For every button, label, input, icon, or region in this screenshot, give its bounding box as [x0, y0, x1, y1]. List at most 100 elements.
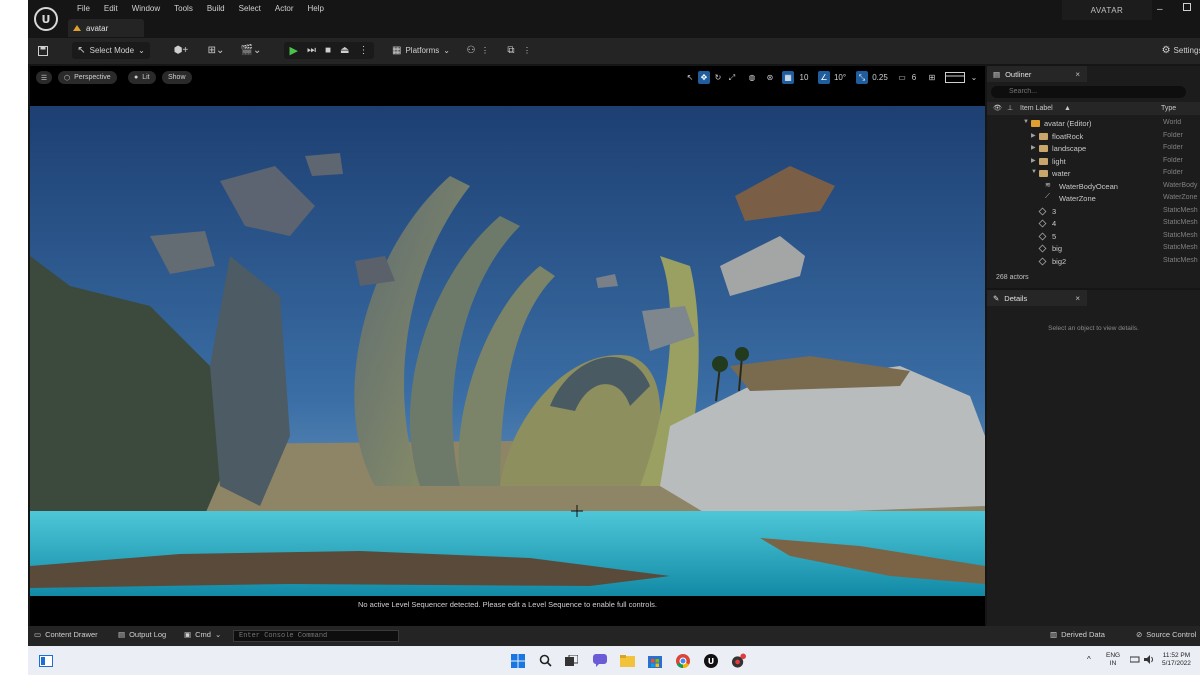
- eject-icon[interactable]: ⏏: [340, 45, 349, 56]
- start-icon[interactable]: [510, 653, 525, 668]
- store-icon[interactable]: [647, 653, 662, 668]
- maximize-viewport-icon[interactable]: ⊞: [926, 71, 938, 84]
- clock[interactable]: 11:52 PM 5/17/2022: [1162, 652, 1191, 668]
- outliner-tab[interactable]: ▤ Outliner ×: [987, 66, 1087, 82]
- add-actor-button[interactable]: ⬢+: [168, 42, 194, 59]
- layout-icon[interactable]: [944, 71, 966, 84]
- surface-snap-icon[interactable]: ⊛: [764, 71, 776, 84]
- step-icon[interactable]: ⏭: [307, 45, 316, 56]
- play-icon[interactable]: ▶: [290, 44, 298, 57]
- outliner-search-input[interactable]: [991, 86, 1186, 98]
- item-label-header[interactable]: Item Label: [1020, 105, 1053, 112]
- pin-icon[interactable]: ⊥: [1007, 104, 1013, 112]
- more-options-icon[interactable]: ⋮: [481, 42, 489, 59]
- more-options-icon-2[interactable]: ⋮: [523, 42, 531, 59]
- maximize-icon[interactable]: [1183, 3, 1191, 14]
- scene-render[interactable]: [30, 106, 985, 596]
- recorder-icon[interactable]: [731, 653, 746, 668]
- collapse-arrow-icon[interactable]: ▶: [1031, 132, 1036, 139]
- select-tool-icon[interactable]: ↖: [684, 71, 696, 84]
- menu-window[interactable]: Window: [125, 4, 167, 14]
- collapse-arrow-icon[interactable]: ▶: [1031, 144, 1036, 151]
- menu-select[interactable]: Select: [232, 4, 268, 14]
- rotate-snap-value[interactable]: 10°: [832, 71, 848, 84]
- network-icon[interactable]: [1129, 655, 1140, 666]
- source-control-button[interactable]: ⚇: [464, 42, 478, 59]
- scale-tool-icon[interactable]: ⤢: [726, 71, 738, 84]
- derived-data-button[interactable]: ▥ Derived Data: [1050, 630, 1105, 639]
- expand-arrow-icon[interactable]: ▼: [1031, 169, 1037, 175]
- menu-actor[interactable]: Actor: [268, 4, 301, 14]
- chrome-icon[interactable]: [675, 653, 690, 668]
- minimize-icon[interactable]: –: [1157, 4, 1163, 15]
- translate-tool-icon[interactable]: ✥: [698, 71, 710, 84]
- cinematics-button[interactable]: 🎬⌄: [238, 42, 264, 59]
- level-tab[interactable]: avatar: [68, 19, 144, 37]
- tree-row-actor[interactable]: 4 StaticMesh: [987, 218, 1200, 231]
- menu-help[interactable]: Help: [301, 4, 331, 14]
- tree-row-actor[interactable]: big2 StaticMesh: [987, 256, 1200, 269]
- settings-button[interactable]: ⚙ Settings: [1162, 42, 1200, 59]
- widgets-icon[interactable]: [38, 653, 53, 668]
- cmd-dropdown[interactable]: ▣ Cmd ⌄: [184, 630, 221, 639]
- grid-snap-value[interactable]: 10: [796, 71, 812, 84]
- tree-row-actor[interactable]: 3 StaticMesh: [987, 206, 1200, 219]
- tree-row-folder[interactable]: ▶ light Folder: [987, 156, 1200, 169]
- tree-row-folder[interactable]: ▼ water Folder: [987, 168, 1200, 181]
- tree-row-actor[interactable]: big StaticMesh: [987, 243, 1200, 256]
- search-icon[interactable]: [538, 653, 553, 668]
- output-log-button[interactable]: ▤ Output Log: [118, 630, 166, 639]
- save-icon[interactable]: [36, 42, 50, 59]
- unreal-logo-icon[interactable]: U: [34, 7, 58, 31]
- scale-snap-icon[interactable]: ⤡: [856, 71, 868, 84]
- tree-row-folder[interactable]: ▶ floatRock Folder: [987, 131, 1200, 144]
- camera-speed-value[interactable]: 6: [908, 71, 920, 84]
- level-viewport[interactable]: ☰ ⬡ Perspective ● Lit Show ↖ ✥ ↻ ⤢ ◍ ⊛ ▦…: [30, 66, 985, 626]
- tree-row-folder[interactable]: ▶ landscape Folder: [987, 143, 1200, 156]
- menu-file[interactable]: File: [70, 4, 97, 14]
- platforms-dropdown[interactable]: ▦ Platforms ⌄: [388, 42, 454, 59]
- menu-tools[interactable]: Tools: [167, 4, 200, 14]
- viewport-menu-button[interactable]: ☰: [36, 71, 52, 84]
- tree-row-actor[interactable]: 5 StaticMesh: [987, 231, 1200, 244]
- console-command-input[interactable]: [233, 630, 399, 642]
- menu-edit[interactable]: Edit: [97, 4, 125, 14]
- outliner-icon: ▤: [993, 69, 1001, 79]
- close-icon[interactable]: ×: [1075, 294, 1080, 303]
- volume-icon[interactable]: [1144, 655, 1154, 667]
- more-icon[interactable]: ⋮: [358, 45, 368, 56]
- world-space-icon[interactable]: ◍: [746, 71, 758, 84]
- eye-icon[interactable]: 👁: [993, 104, 1002, 112]
- scale-snap-value[interactable]: 0.25: [870, 71, 890, 84]
- tree-row-actor[interactable]: ≋ WaterBodyOcean WaterBody: [987, 181, 1200, 194]
- camera-speed-icon[interactable]: ▭: [896, 71, 908, 84]
- source-control-status[interactable]: ⊘ Source Control: [1136, 630, 1196, 639]
- rotate-snap-icon[interactable]: ∠: [818, 71, 830, 84]
- expand-arrow-icon[interactable]: ▼: [1023, 119, 1029, 125]
- unreal-engine-icon[interactable]: U: [703, 653, 718, 668]
- content-drawer-button[interactable]: ▭ Content Drawer: [34, 630, 98, 639]
- rotate-tool-icon[interactable]: ↻: [712, 71, 724, 84]
- collapse-arrow-icon[interactable]: ▶: [1031, 157, 1036, 164]
- stop-icon[interactable]: ■: [325, 45, 331, 56]
- menu-build[interactable]: Build: [200, 4, 232, 14]
- tree-row-world[interactable]: ▼ avatar (Editor) World: [987, 118, 1200, 131]
- tray-overflow-icon[interactable]: ^: [1087, 656, 1091, 664]
- folder-open-icon: [1039, 170, 1048, 177]
- perspective-button[interactable]: ⬡ Perspective: [58, 71, 117, 84]
- select-mode-dropdown[interactable]: ↖ Select Mode ⌄: [72, 42, 150, 59]
- grid-snap-icon[interactable]: ▦: [782, 71, 794, 84]
- details-tab[interactable]: ✎ Details ×: [987, 290, 1087, 306]
- chat-icon[interactable]: [592, 653, 607, 668]
- close-icon[interactable]: ×: [1075, 70, 1080, 79]
- show-button[interactable]: Show: [162, 71, 192, 84]
- task-view-icon[interactable]: [564, 653, 579, 668]
- lit-button[interactable]: ● Lit: [128, 71, 156, 84]
- file-explorer-icon[interactable]: [620, 653, 635, 668]
- blueprint-button[interactable]: ⊞⌄: [203, 42, 229, 59]
- type-header[interactable]: Type: [1161, 105, 1176, 112]
- language-indicator[interactable]: ENG IN: [1106, 652, 1120, 668]
- snap-icon[interactable]: ⧉: [505, 42, 517, 59]
- tree-row-actor[interactable]: ⟋ WaterZone WaterZone: [987, 193, 1200, 206]
- chevron-down-icon[interactable]: ⌄: [970, 71, 978, 84]
